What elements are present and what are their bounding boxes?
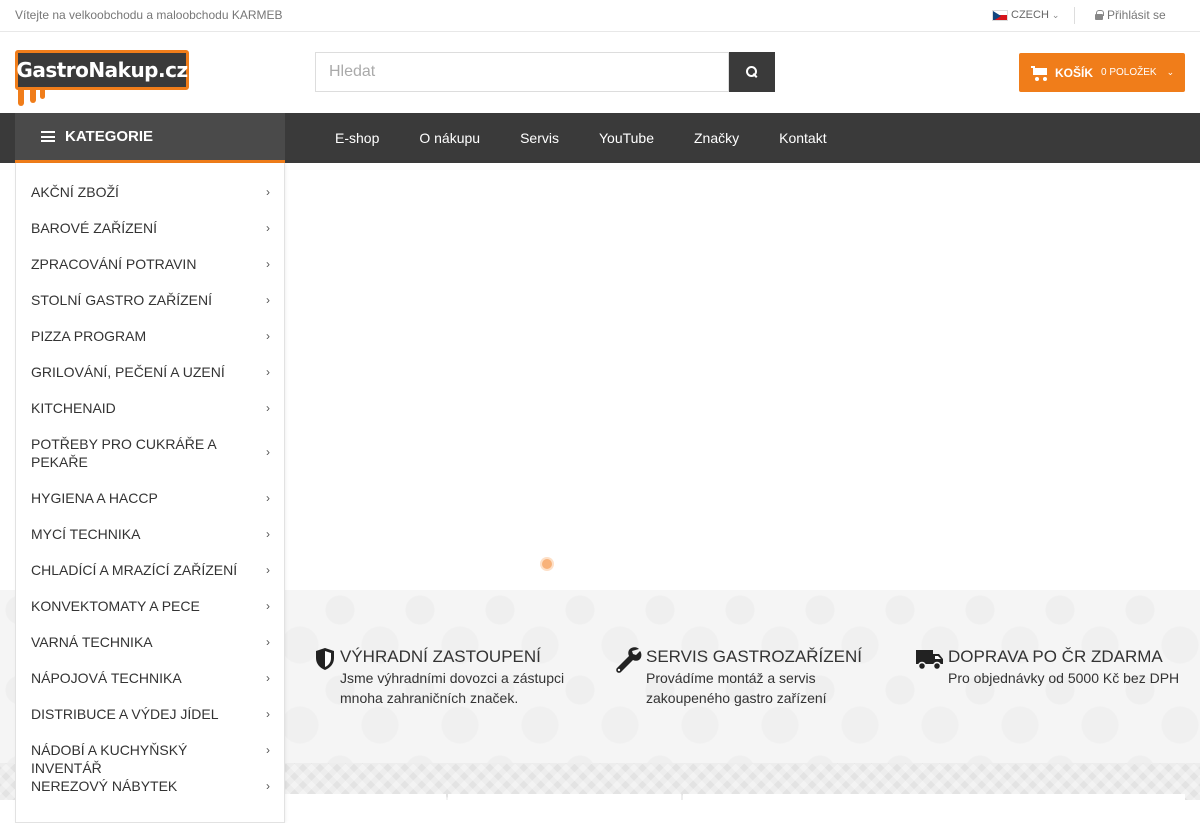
search-button[interactable]	[729, 52, 775, 92]
category-item[interactable]: CHLADÍCÍ A MRAZÍCÍ ZAŘÍZENÍ ›	[16, 561, 284, 579]
login-label: Přihlásit se	[1107, 8, 1166, 22]
top-bar: Vítejte na velkoobchodu a maloobchodu KA…	[0, 0, 1200, 32]
logo-drip	[18, 88, 24, 106]
category-label: GRILOVÁNÍ, PEČENÍ A UZENÍ	[31, 364, 225, 380]
chevron-right-icon: ›	[266, 599, 270, 613]
chevron-down-icon: ⌄	[1166, 67, 1175, 77]
category-label: NEREZOVÝ NÁBYTEK	[31, 778, 178, 794]
footer-card	[683, 794, 1185, 800]
chevron-right-icon: ›	[266, 635, 270, 649]
feature-title: DOPRAVA PO ČR ZDARMA	[948, 647, 1163, 666]
divider	[1074, 7, 1075, 24]
chevron-down-icon: ⌄	[1051, 9, 1060, 20]
feature-text: Pro objednávky od 5000 Kč bez DPH	[948, 670, 1180, 686]
category-label: CHLADÍCÍ A MRAZÍCÍ ZAŘÍZENÍ	[31, 562, 238, 578]
language-label: CZECH	[1011, 9, 1049, 21]
nav-link-znacky[interactable]: Značky	[674, 130, 759, 146]
category-item[interactable]: GRILOVÁNÍ, PEČENÍ A UZENÍ ›	[16, 363, 284, 381]
logo-drip	[30, 88, 36, 103]
categories-label: KATEGORIE	[65, 128, 154, 145]
chevron-right-icon: ›	[266, 293, 270, 307]
category-label: ZPRACOVÁNÍ POTRAVIN	[31, 256, 197, 272]
category-label: DISTRIBUCE A VÝDEJ JÍDEL	[31, 706, 219, 722]
category-item[interactable]: MYCÍ TECHNIKA ›	[16, 525, 284, 543]
category-item[interactable]: KITCHENAID ›	[16, 399, 284, 417]
nav-link-o-nakupu[interactable]: O nákupu	[399, 130, 500, 146]
chevron-right-icon: ›	[266, 445, 270, 459]
feature-title: SERVIS GASTROZAŘÍZENÍ	[646, 647, 863, 666]
category-item[interactable]: POTŘEBY PRO CUKRÁŘE A PEKAŘE ›	[16, 435, 284, 471]
category-item[interactable]: AKČNÍ ZBOŽÍ ›	[16, 183, 284, 201]
chevron-right-icon: ›	[266, 401, 270, 415]
welcome-text: Vítejte na velkoobchodu a maloobchodu KA…	[15, 8, 283, 22]
search-input[interactable]	[315, 52, 729, 92]
feature-title: VÝHRADNÍ ZASTOUPENÍ	[340, 647, 541, 666]
category-item[interactable]: NÁDOBÍ A KUCHYŇSKÝ INVENTÁŘ ›	[16, 741, 284, 777]
category-label: PIZZA PROGRAM	[31, 328, 147, 344]
search-icon	[746, 66, 758, 78]
nav-link-youtube[interactable]: YouTube	[579, 130, 674, 146]
truck-icon	[916, 650, 943, 671]
lock-icon	[1095, 10, 1104, 20]
site-logo[interactable]: GastroNakup.cz	[15, 50, 189, 106]
chevron-right-icon: ›	[266, 743, 270, 757]
category-item[interactable]: NÁPOJOVÁ TECHNIKA ›	[16, 669, 284, 687]
chevron-right-icon: ›	[266, 527, 270, 541]
category-label: NÁPOJOVÁ TECHNIKA	[31, 670, 182, 686]
chevron-right-icon: ›	[266, 257, 270, 271]
chevron-right-icon: ›	[266, 779, 270, 793]
footer-card	[285, 794, 446, 800]
loading-spinner	[542, 559, 552, 569]
language-selector[interactable]: CZECH ⌄	[992, 9, 1059, 21]
nav-link-kontakt[interactable]: Kontakt	[759, 130, 846, 146]
nav-link-eshop[interactable]: E-shop	[315, 130, 399, 146]
category-label: VARNÁ TECHNIKA	[31, 634, 153, 650]
chevron-right-icon: ›	[266, 671, 270, 685]
menu-icon	[41, 131, 55, 142]
feature-text: Jsme výhradními dovozci a zástupci mnoha…	[340, 670, 565, 706]
nav-link-servis[interactable]: Servis	[500, 130, 579, 146]
chevron-right-icon: ›	[266, 491, 270, 505]
logo-drip	[40, 88, 45, 99]
categories-toggle[interactable]: KATEGORIE	[15, 113, 285, 163]
shield-icon	[316, 648, 334, 670]
cart-icon	[1031, 65, 1048, 81]
login-link[interactable]: Přihlásit se	[1095, 8, 1166, 22]
chevron-right-icon: ›	[266, 707, 270, 721]
chevron-right-icon: ›	[266, 329, 270, 343]
cart-button[interactable]: KOŠÍK 0 POLOŽEK ⌄	[1019, 53, 1185, 92]
category-item[interactable]: ZPRACOVÁNÍ POTRAVIN ›	[16, 255, 284, 273]
wrench-icon	[616, 647, 642, 673]
cart-label: KOŠÍK	[1055, 65, 1094, 80]
category-label: HYGIENA A HACCP	[31, 490, 158, 506]
category-label: KONVEKTOMATY A PECE	[31, 598, 200, 614]
logo-text: GastroNakup.cz	[15, 50, 189, 90]
chevron-right-icon: ›	[266, 563, 270, 577]
footer-card	[448, 794, 681, 800]
chevron-right-icon: ›	[266, 221, 270, 235]
category-item[interactable]: VARNÁ TECHNIKA ›	[16, 633, 284, 651]
chevron-right-icon: ›	[266, 185, 270, 199]
category-item[interactable]: PIZZA PROGRAM ›	[16, 327, 284, 345]
category-label: STOLNÍ GASTRO ZAŘÍZENÍ	[31, 292, 212, 308]
cart-count: 0 POLOŽEK	[1101, 67, 1157, 78]
category-item[interactable]: DISTRIBUCE A VÝDEJ JÍDEL ›	[16, 705, 284, 723]
category-label: MYCÍ TECHNIKA	[31, 526, 141, 542]
category-list: AKČNÍ ZBOŽÍ › BAROVÉ ZAŘÍZENÍ › ZPRACOVÁNÍ…	[15, 163, 285, 823]
feature-text: Provádíme montáž a servis zakoupeného ga…	[646, 670, 827, 706]
category-label: AKČNÍ ZBOŽÍ	[31, 184, 119, 200]
czech-flag-icon	[992, 9, 1008, 21]
category-label: POTŘEBY PRO CUKRÁŘE A PEKAŘE	[31, 436, 216, 470]
category-label: KITCHENAID	[31, 400, 116, 416]
category-item[interactable]: KONVEKTOMATY A PECE ›	[16, 597, 284, 615]
category-label: BAROVÉ ZAŘÍZENÍ	[31, 220, 158, 236]
category-item[interactable]: STOLNÍ GASTRO ZAŘÍZENÍ ›	[16, 291, 284, 309]
chevron-right-icon: ›	[266, 365, 270, 379]
category-item[interactable]: HYGIENA A HACCP ›	[16, 489, 284, 507]
category-item[interactable]: BAROVÉ ZAŘÍZENÍ ›	[16, 219, 284, 237]
category-item[interactable]: NEREZOVÝ NÁBYTEK ›	[16, 777, 284, 795]
category-label: NÁDOBÍ A KUCHYŇSKÝ INVENTÁŘ	[31, 742, 188, 776]
nav-links: E-shop O nákupu Servis YouTube Značky Ko…	[315, 113, 847, 163]
